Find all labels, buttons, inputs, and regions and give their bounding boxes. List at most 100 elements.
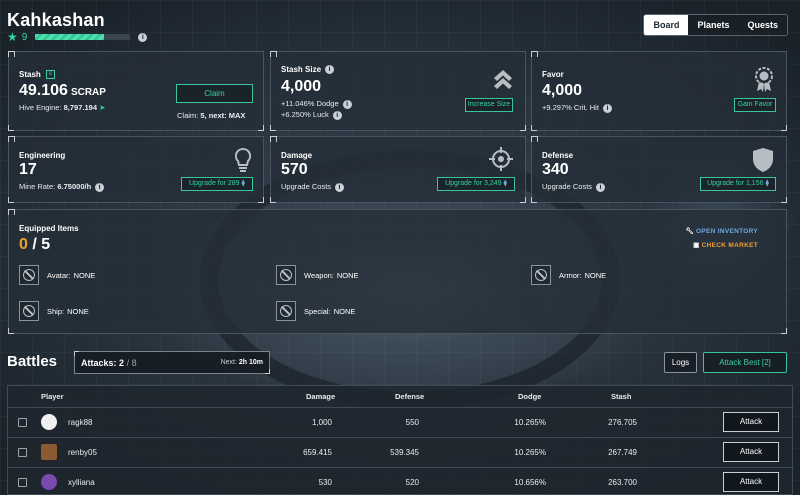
slot-ship[interactable]: Ship: NONE [19, 301, 89, 321]
increase-size-button[interactable]: Increase Size [465, 98, 513, 112]
defense-card: Defense 340 Upgrade Costs i Upgrade for 1… [531, 136, 787, 203]
send-icon[interactable]: ➤ [99, 103, 105, 112]
favor-card: Favor 4,000 +9.297% Crit. Hit i Gain Favo… [531, 51, 787, 131]
crit-line: +9.297% Crit. Hit i [542, 103, 612, 113]
claim-button[interactable]: Claim [176, 84, 253, 103]
engineering-card: Engineering 17 Mine Rate: 6.75000/h i Upg… [8, 136, 264, 203]
player-avatar [41, 444, 57, 460]
dodge-cell: 10.265% [514, 448, 546, 457]
stash-size-value: 4,000 [281, 78, 322, 95]
stash-label: Stash ≡ [19, 70, 55, 80]
table-row: ragk88 1,000 550 10.265% 276.705 Attack [8, 407, 794, 437]
header-stash: Stash [611, 392, 632, 401]
next-attack-timer: Next: 2h 10m [220, 359, 263, 366]
defense-cell: 520 [405, 478, 419, 487]
favor-label: Favor [542, 70, 564, 79]
table-row: renby05 659.415 539.345 10.265% 267.749 … [8, 437, 794, 467]
attacks-remaining: Attacks: 2 / 8 [81, 358, 137, 368]
stash-cell: 276.705 [608, 418, 637, 427]
player-name[interactable]: renby05 [68, 448, 97, 457]
open-inventory-link[interactable]: 🔧︎ OPEN INVENTORY [685, 227, 758, 235]
info-icon[interactable]: i [342, 99, 352, 109]
level-value: 9 [21, 31, 28, 43]
token-icon: ⧫ [241, 180, 245, 187]
info-icon[interactable]: i [332, 110, 342, 120]
market-icon: ▣ [693, 242, 700, 249]
info-icon[interactable]: i [325, 65, 335, 75]
row-checkbox[interactable] [18, 448, 27, 457]
hive-engine-line: Hive Engine: 8,797.194 ➤ [19, 103, 106, 112]
tab-planets[interactable]: Planets [688, 15, 739, 35]
lightbulb-icon [234, 147, 252, 172]
damage-value: 570 [281, 161, 308, 178]
damage-cell: 659.415 [303, 448, 332, 457]
slot-weapon[interactable]: Weapon: NONE [276, 265, 359, 285]
battles-title: Battles [7, 353, 58, 370]
defense-upgrade-costs: Upgrade Costs i [542, 182, 606, 192]
star-icon: ★ [7, 30, 18, 44]
slot-avatar[interactable]: Avatar: NONE [19, 265, 95, 285]
gain-favor-button[interactable]: Gain Favor [734, 98, 776, 112]
slot-armor[interactable]: Armor: NONE [531, 265, 606, 285]
shield-icon [753, 148, 773, 172]
info-icon[interactable]: i [95, 182, 105, 192]
tab-board[interactable]: Board [644, 15, 689, 35]
info-icon[interactable]: i [602, 103, 612, 113]
defense-cell: 550 [405, 418, 419, 427]
equipped-items-panel: Equipped Items 0 / 5 🔧︎ OPEN INVENTORY ▣… [8, 209, 787, 334]
dodge-cell: 10.265% [514, 418, 546, 427]
stash-size-card: Stash Size i 4,000 +11.046% Dodge i +6.250… [270, 51, 526, 131]
attack-button[interactable]: Attack [723, 442, 779, 462]
header-player: Player [41, 392, 64, 401]
empty-slot-icon [276, 265, 296, 285]
upgrade-damage-button[interactable]: Upgrade for 3,249 ⧫ [437, 177, 515, 191]
xp-bar-fill [35, 34, 104, 40]
slot-special[interactable]: Special: NONE [276, 301, 355, 321]
engineering-label: Engineering [19, 151, 66, 160]
upgrade-defense-button[interactable]: Upgrade for 1,156 ⧫ [700, 177, 776, 191]
favor-value: 4,000 [542, 82, 583, 99]
attack-button[interactable]: Attack [723, 472, 779, 492]
logs-button[interactable]: Logs [664, 352, 697, 373]
token-icon: ⧫ [503, 180, 507, 187]
battles-table: Player Damage Defense Dodge Stash ragk88… [7, 385, 794, 495]
mine-rate-line: Mine Rate: 6.75000/h i [19, 182, 105, 192]
attack-best-button[interactable]: Attack Best [2] [703, 352, 787, 373]
damage-upgrade-costs: Upgrade Costs i [281, 182, 345, 192]
stash-cell: 263.700 [608, 478, 637, 487]
view-tabs: Board Planets Quests [643, 14, 788, 36]
defense-label: Defense [542, 151, 574, 160]
engineering-value: 17 [19, 161, 37, 178]
wallet-icon[interactable]: ≡ [45, 70, 55, 80]
info-icon[interactable]: i [335, 182, 345, 192]
header-defense: Defense [395, 392, 425, 401]
damage-cell: 530 [318, 478, 332, 487]
stash-size-label: Stash Size i [281, 65, 335, 75]
defense-cell: 539.345 [390, 448, 419, 457]
row-checkbox[interactable] [18, 478, 27, 487]
player-avatar [41, 414, 57, 430]
header-dodge: Dodge [518, 392, 542, 401]
player-name[interactable]: xylliana [68, 478, 95, 487]
check-market-link[interactable]: ▣ CHECK MARKET [693, 241, 758, 249]
damage-card: Damage 570 Upgrade Costs i Upgrade for 3,… [270, 136, 526, 203]
empty-slot-icon [19, 301, 39, 321]
token-icon: ⧫ [765, 180, 769, 187]
equipped-items-label: Equipped Items [19, 224, 79, 233]
equipped-count: 0 / 5 [19, 236, 51, 253]
tab-quests[interactable]: Quests [738, 15, 787, 35]
damage-label: Damage [281, 151, 313, 160]
claim-info: Claim: 5, next: MAX [177, 111, 246, 120]
attack-button[interactable]: Attack [723, 412, 779, 432]
table-row: xylliana 530 520 10.656% 263.700 Attack [8, 467, 794, 495]
upgrade-engineering-button[interactable]: Upgrade for 289 ⧫ [181, 177, 253, 191]
award-medal-icon [755, 67, 773, 92]
page-title: Kahkashan [7, 10, 105, 30]
info-icon[interactable]: i [138, 32, 148, 42]
player-name[interactable]: ragk88 [68, 418, 92, 427]
info-icon[interactable]: i [596, 182, 606, 192]
attacks-counter: Attacks: 2 / 8 Next: 2h 10m [74, 351, 270, 374]
dodge-cell: 10.656% [514, 478, 546, 487]
header-damage: Damage [306, 392, 336, 401]
row-checkbox[interactable] [18, 418, 27, 427]
